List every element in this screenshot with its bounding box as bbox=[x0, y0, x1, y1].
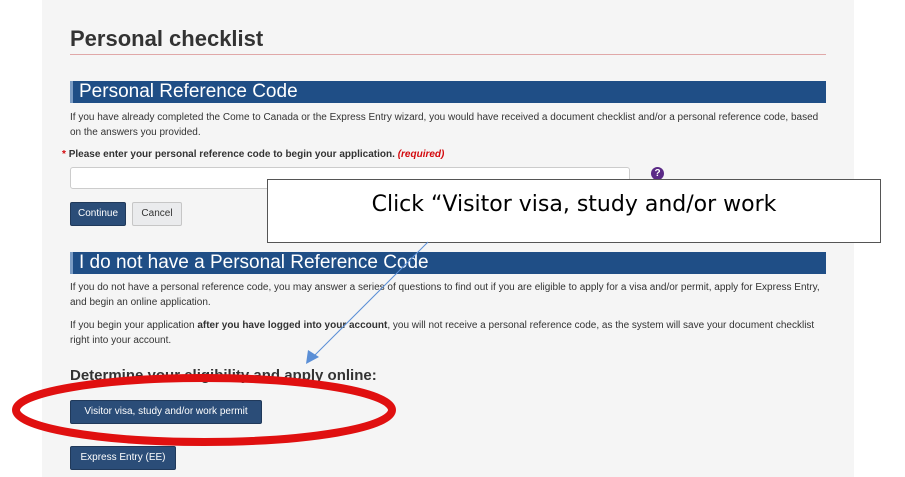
annotation-overlay bbox=[12, 241, 429, 446]
highlight-ellipse bbox=[12, 374, 396, 446]
annotation-arrow-line bbox=[311, 241, 429, 359]
annotation-arrow-head bbox=[306, 350, 319, 364]
